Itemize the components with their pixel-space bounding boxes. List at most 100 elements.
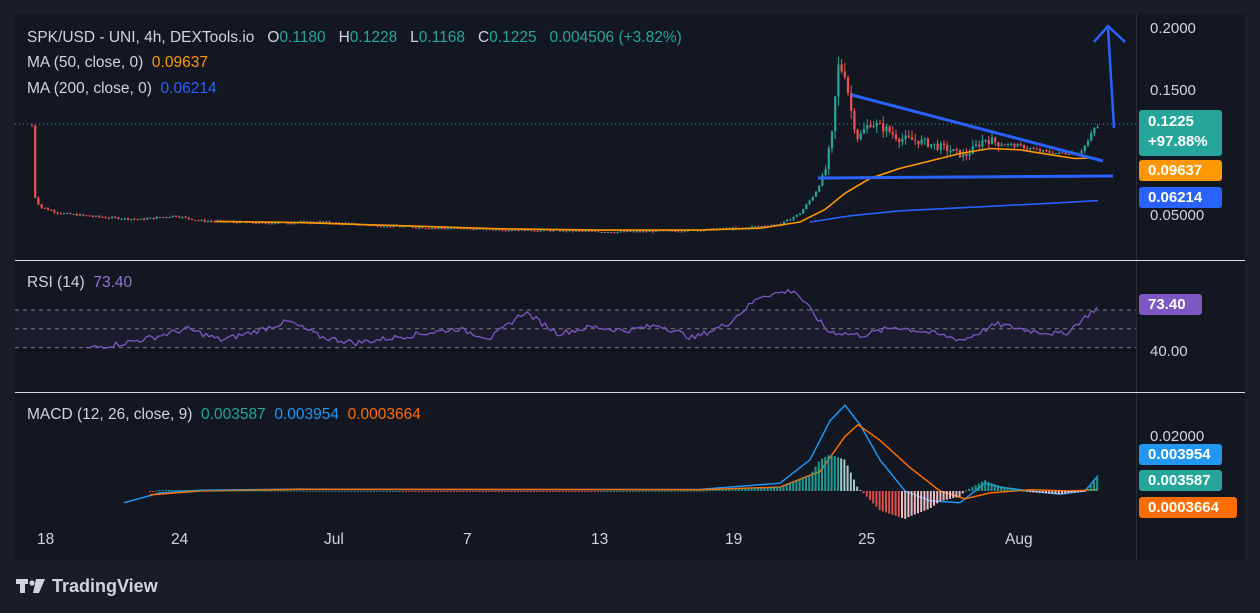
- macd-histogram-bar: [779, 486, 782, 491]
- macd-histogram-bar: [264, 490, 267, 492]
- candle-body: [69, 213, 72, 215]
- macd-histogram-bar: [929, 491, 932, 508]
- candle-body: [808, 200, 811, 205]
- macd-histogram-bar: [728, 489, 731, 491]
- candle-body: [1048, 150, 1051, 153]
- candle-body: [1000, 144, 1003, 147]
- candle-body: [942, 143, 946, 146]
- candle-body: [98, 215, 101, 217]
- candle-body: [987, 139, 990, 144]
- candle-body: [594, 230, 597, 232]
- macd-histogram-bar: [1019, 490, 1022, 492]
- candle-body: [584, 230, 587, 232]
- macd-histogram-bar: [593, 491, 596, 492]
- candle-body: [1083, 145, 1086, 152]
- macd-histogram-bar: [184, 490, 187, 492]
- candle-body: [949, 151, 952, 153]
- macd-histogram-bar: [1096, 477, 1099, 491]
- candle-body: [75, 214, 78, 216]
- candle-body: [632, 231, 635, 233]
- candle-body: [984, 139, 987, 141]
- support-line: [817, 174, 1114, 180]
- symbol-legend[interactable]: SPK/USD - UNI, 4h, DEXTools.io O0.1180 H…: [27, 29, 682, 47]
- macd-histogram-bar: [696, 490, 699, 492]
- macd-histogram-bar: [315, 490, 318, 492]
- candle-body: [56, 212, 59, 214]
- candle-body: [133, 219, 136, 221]
- candle-body: [683, 231, 686, 233]
- macd-histogram-bar: [734, 489, 737, 491]
- macd-histogram-bar: [267, 490, 270, 492]
- candle-body: [1038, 149, 1042, 152]
- candle-body: [574, 230, 578, 232]
- macd-histogram-bar: [645, 490, 647, 492]
- x-tick: 19: [725, 531, 743, 548]
- branding-text: TradingView: [52, 576, 158, 596]
- macd-legend[interactable]: MACD (12, 26, close, 9) 0.003587 0.00395…: [27, 406, 421, 424]
- candle-body: [843, 71, 846, 78]
- macd-histogram-bar: [430, 491, 433, 492]
- macd-histogram-bar: [222, 490, 225, 492]
- candle-body: [424, 228, 427, 230]
- candle-body: [82, 214, 85, 216]
- macd-signal-value: 0.0003664: [347, 406, 421, 423]
- change-value: 0.004506 (+3.82%): [549, 29, 682, 46]
- macd-histogram-bar: [971, 486, 974, 491]
- close-label: C: [477, 29, 490, 46]
- ma50-legend[interactable]: MA (50, close, 0) 0.09637: [27, 54, 208, 72]
- macd-histogram-bar: [161, 489, 164, 491]
- macd-histogram-bar: [293, 490, 295, 492]
- macd-histogram-bar: [360, 490, 363, 492]
- candle-body: [610, 231, 613, 233]
- candle-body: [66, 213, 69, 215]
- candle-body: [891, 132, 894, 135]
- candle-body: [907, 135, 910, 138]
- candle-body: [491, 229, 494, 231]
- macd-histogram-bar: [824, 456, 827, 491]
- candle-body: [1029, 148, 1032, 150]
- macd-histogram-bar: [673, 490, 676, 492]
- macd-histogram-bar: [1016, 489, 1019, 491]
- candle-body: [910, 137, 914, 140]
- macd-histogram-bar: [769, 487, 772, 491]
- macd-histogram-bar: [1061, 491, 1063, 495]
- rsi-legend[interactable]: RSI (14) 73.40: [27, 274, 132, 292]
- macd-histogram-bar: [513, 491, 516, 492]
- macd-histogram-bar: [299, 490, 302, 492]
- ma200-legend[interactable]: MA (200, close, 0) 0.06214: [27, 80, 217, 98]
- macd-histogram-bar: [942, 491, 945, 501]
- macd-histogram-bar: [849, 472, 852, 491]
- moving-averages: [214, 147, 1099, 231]
- candle-body: [34, 125, 37, 198]
- macd-histogram-bar: [638, 490, 641, 492]
- tradingview-logo[interactable]: TradingView: [16, 576, 158, 597]
- macd-histogram-bar: [840, 458, 843, 491]
- macd-histogram-bar: [1093, 481, 1095, 491]
- candle-body: [382, 226, 386, 228]
- candle-body: [939, 143, 942, 150]
- candle-body: [869, 124, 872, 127]
- macd-histogram-bar: [654, 490, 657, 492]
- macd-histogram-bar: [869, 491, 871, 501]
- macd-histogram-bar: [1035, 491, 1038, 493]
- macd-histogram-bar: [747, 488, 750, 491]
- macd-badge: 0.003954: [1139, 444, 1222, 465]
- macd-histogram-bar: [549, 491, 551, 492]
- candle-body: [510, 230, 514, 232]
- candle-body: [155, 217, 158, 219]
- macd-histogram-bar: [830, 454, 833, 491]
- macd-histogram-bar: [744, 488, 747, 491]
- macd-histogram-bar: [305, 490, 308, 492]
- candle-body: [91, 216, 94, 218]
- candle-body: [1045, 150, 1048, 152]
- macd-histogram-bar: [667, 490, 670, 492]
- macd-histogram-bar: [699, 490, 702, 492]
- candle-body: [834, 96, 837, 132]
- candle-body: [1026, 148, 1029, 150]
- candle-body: [901, 139, 904, 143]
- candle-body: [619, 231, 622, 233]
- macd-histogram-bar: [1009, 488, 1012, 491]
- macd-histogram-bar: [625, 490, 628, 492]
- macd-histogram-bar: [219, 490, 222, 492]
- macd-histogram-bar: [872, 491, 875, 504]
